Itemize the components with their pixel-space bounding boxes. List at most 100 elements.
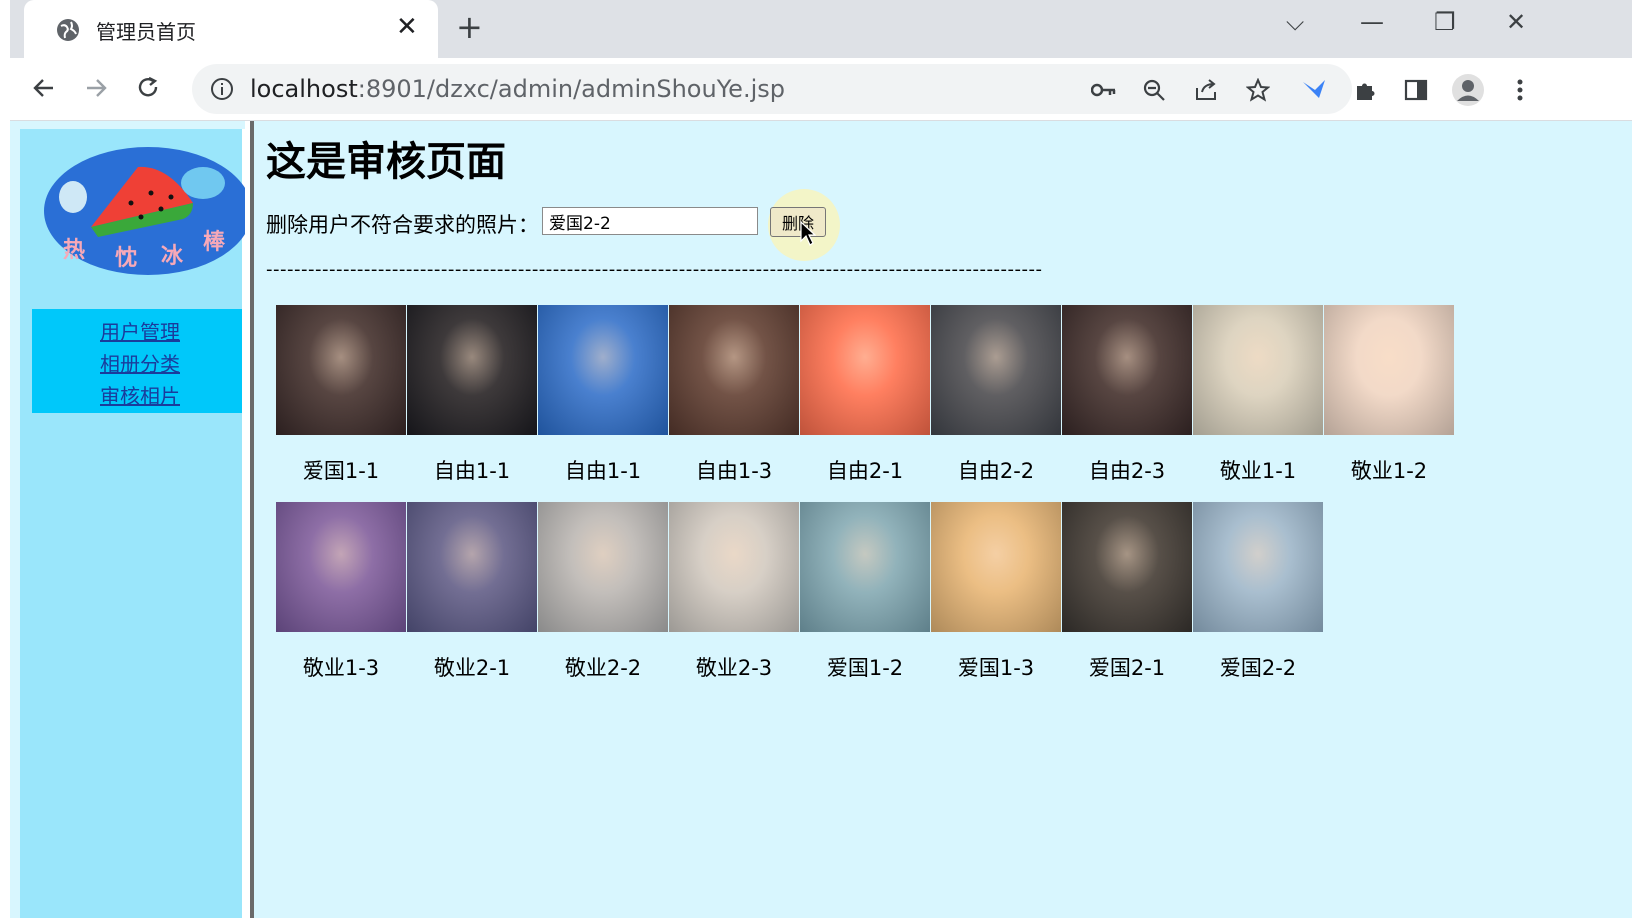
- photo-caption: 爱国1-3: [957, 656, 1035, 680]
- photo-card: 爱国1-1: [276, 305, 406, 483]
- extension-bird-icon[interactable]: [1298, 74, 1330, 106]
- photo-card: 敬业2-1: [407, 502, 537, 680]
- photo-card: 自由2-3: [1062, 305, 1192, 483]
- photo-card: 自由1-1: [538, 305, 668, 483]
- nav-review-photos[interactable]: 审核相片: [100, 380, 180, 409]
- photo-thumbnail[interactable]: [276, 502, 406, 632]
- nav-user-management[interactable]: 用户管理: [100, 316, 180, 345]
- photo-thumbnail[interactable]: [276, 305, 406, 435]
- window-close-icon[interactable]: ✕: [1506, 8, 1526, 36]
- svg-text:棒: 棒: [203, 230, 226, 255]
- photo-caption: 爱国1-2: [826, 656, 904, 680]
- photo-thumbnail[interactable]: [669, 502, 799, 632]
- photo-caption: 爱国2-2: [1219, 656, 1297, 680]
- photo-caption: 自由1-1: [433, 459, 511, 483]
- svg-text:热: 热: [63, 237, 85, 263]
- new-tab-icon[interactable]: +: [456, 8, 483, 46]
- restore-icon[interactable]: ❐: [1434, 8, 1456, 36]
- svg-text:冰: 冰: [161, 244, 184, 269]
- profile-avatar-icon[interactable]: [1452, 74, 1484, 106]
- photo-thumbnail[interactable]: [407, 502, 537, 632]
- delete-button[interactable]: 删除: [770, 207, 826, 237]
- photo-thumbnail[interactable]: [800, 502, 930, 632]
- photo-shading: [1062, 502, 1192, 632]
- photo-thumbnail[interactable]: [931, 502, 1061, 632]
- photo-shading: [931, 502, 1061, 632]
- photo-caption: 爱国2-1: [1088, 656, 1166, 680]
- photo-card: 自由1-1: [407, 305, 537, 483]
- nav-album-category[interactable]: 相册分类: [100, 348, 180, 377]
- mouse-cursor-icon: [800, 221, 816, 246]
- photo-card: 爱国1-3: [931, 502, 1061, 680]
- photo-card: 爱国2-1: [1062, 502, 1192, 680]
- photo-shading: [1324, 305, 1454, 435]
- photo-thumbnail[interactable]: [1193, 305, 1323, 435]
- side-panel-icon[interactable]: [1400, 74, 1432, 106]
- photo-shading: [538, 305, 668, 435]
- photo-card: 自由2-2: [931, 305, 1061, 483]
- frame-divider[interactable]: [250, 121, 254, 918]
- photo-thumbnail[interactable]: [1062, 502, 1192, 632]
- reload-icon[interactable]: [130, 70, 166, 106]
- photo-caption: 自由2-1: [826, 459, 904, 483]
- svg-text:忱: 忱: [115, 246, 137, 271]
- photo-shading: [800, 305, 930, 435]
- photo-shading: [1062, 305, 1192, 435]
- photo-thumbnail[interactable]: [1324, 305, 1454, 435]
- tab-close-icon[interactable]: ✕: [396, 12, 418, 42]
- photo-shading: [538, 502, 668, 632]
- photo-shading: [1193, 502, 1323, 632]
- photo-caption: 自由2-3: [1088, 459, 1166, 483]
- photo-thumbnail[interactable]: [407, 305, 537, 435]
- photo-thumbnail[interactable]: [538, 305, 668, 435]
- photo-shading: [276, 502, 406, 632]
- photo-thumbnail[interactable]: [669, 305, 799, 435]
- delete-label: 删除用户不符合要求的照片：: [266, 213, 539, 237]
- extensions-puzzle-icon[interactable]: [1350, 74, 1382, 106]
- photo-shading: [1193, 305, 1323, 435]
- photo-card: 敬业1-2: [1324, 305, 1454, 483]
- photo-caption: 爱国1-1: [302, 459, 380, 483]
- watermelon-logo: 热 忱 冰 棒: [44, 147, 252, 275]
- photo-shading: [276, 305, 406, 435]
- tab-search-icon[interactable]: ⌵: [1286, 8, 1304, 36]
- delete-photo-input[interactable]: [542, 207, 758, 235]
- bookmark-star-icon[interactable]: [1244, 76, 1272, 104]
- browser-toolbar: localhost:8901/dzxc/admin/adminShouYe.js…: [10, 58, 1632, 121]
- photo-card: 敬业1-3: [276, 502, 406, 680]
- photo-caption: 敬业2-1: [433, 656, 511, 680]
- photo-shading: [931, 305, 1061, 435]
- url-text[interactable]: localhost:8901/dzxc/admin/adminShouYe.js…: [250, 75, 785, 103]
- page-viewport: 热 忱 冰 棒 用户管理 相册分类 审核相片 这是审核页面 删除用户不符合要求的…: [10, 121, 1632, 918]
- photo-thumbnail[interactable]: [1062, 305, 1192, 435]
- photo-thumbnail[interactable]: [538, 502, 668, 632]
- photo-card: 敬业2-3: [669, 502, 799, 680]
- photo-caption: 敬业1-3: [302, 656, 380, 680]
- back-icon[interactable]: [26, 70, 62, 106]
- separator-dashes: ----------------------------------------…: [266, 259, 1043, 280]
- photo-shading: [407, 305, 537, 435]
- site-info-icon[interactable]: [210, 77, 234, 101]
- photo-thumbnail[interactable]: [1193, 502, 1323, 632]
- photo-shading: [669, 305, 799, 435]
- photo-card: 敬业2-2: [538, 502, 668, 680]
- share-icon[interactable]: [1192, 76, 1220, 104]
- sidebar-frame: 热 忱 冰 棒 用户管理 相册分类 审核相片: [20, 129, 252, 918]
- photo-shading: [669, 502, 799, 632]
- photo-shading: [800, 502, 930, 632]
- photo-card: 敬业1-1: [1193, 305, 1323, 483]
- address-bar[interactable]: localhost:8901/dzxc/admin/adminShouYe.js…: [192, 64, 1352, 114]
- zoom-icon[interactable]: [1140, 76, 1168, 104]
- url-host: localhost: [250, 75, 358, 103]
- browser-tab[interactable]: 管理员首页 ✕: [24, 0, 438, 58]
- key-icon[interactable]: [1090, 76, 1118, 104]
- forward-icon[interactable]: [78, 70, 114, 106]
- minimize-icon[interactable]: —: [1360, 8, 1384, 36]
- photo-thumbnail[interactable]: [800, 305, 930, 435]
- photo-card: 爱国1-2: [800, 502, 930, 680]
- menu-kebab-icon[interactable]: [1504, 74, 1536, 106]
- sidebar-nav: 用户管理 相册分类 审核相片: [32, 309, 242, 413]
- tab-title: 管理员首页: [96, 20, 196, 44]
- photo-thumbnail[interactable]: [931, 305, 1061, 435]
- url-path: :8901/dzxc/admin/adminShouYe.jsp: [357, 75, 785, 103]
